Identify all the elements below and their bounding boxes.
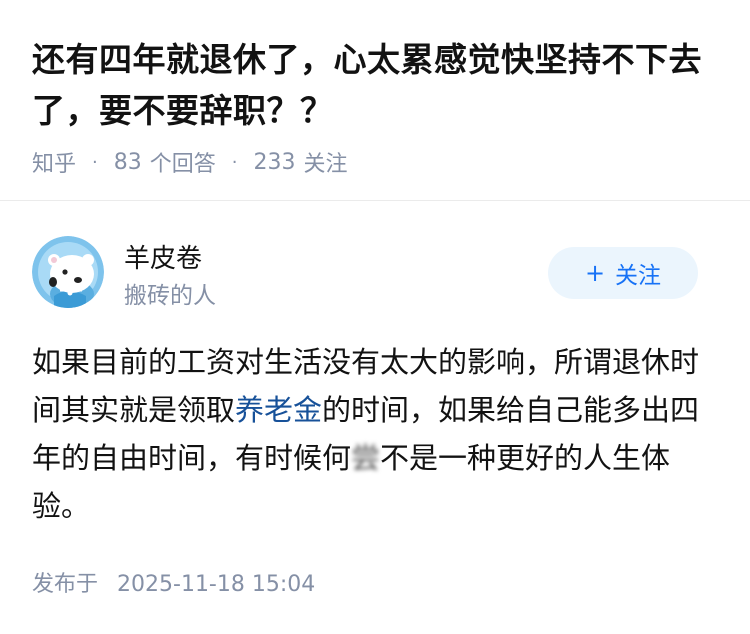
meta-separator: · <box>231 151 238 173</box>
meta-separator: · <box>92 151 98 173</box>
follower-count: 233 <box>253 149 296 175</box>
publish-time: 2025-11-18 15:04 <box>117 572 316 597</box>
question-title[interactable]: 还有四年就退休了，心太累感觉快坚持不下去了，要不要辞职？？ <box>32 34 722 136</box>
blurred-character: 尝 <box>351 441 381 475</box>
polar-bear-avatar-icon[interactable] <box>32 236 104 308</box>
question-header: 还有四年就退休了，心太累感觉快坚持不下去了，要不要辞职？？ 知乎 · 83 个回… <box>32 34 722 178</box>
question-meta: 知乎 · 83 个回答 · 233 关注 <box>32 146 722 178</box>
author-card: 羊皮卷 搬砖的人 + 关注 <box>32 234 698 310</box>
answer-count-label[interactable]: 个回答 <box>150 146 216 178</box>
answer-count: 83 <box>113 149 142 175</box>
pension-link[interactable]: 养老金 <box>235 393 322 427</box>
source-label[interactable]: 知乎 <box>32 146 76 178</box>
follow-button-label: 关注 <box>615 263 662 289</box>
publish-info: 发布于 2025-11-18 15:04 <box>32 566 315 598</box>
plus-icon: + <box>584 259 606 287</box>
author-bio: 搬砖的人 <box>124 283 216 309</box>
follow-button[interactable]: + 关注 <box>548 247 698 299</box>
section-divider <box>0 200 750 201</box>
publish-label: 发布于 <box>32 572 99 597</box>
author-name[interactable]: 羊皮卷 <box>124 238 202 275</box>
follower-count-label[interactable]: 关注 <box>304 146 348 178</box>
answer-content: 如果目前的工资对生活没有太大的影响，所谓退休时间其实就是领取养老金的时间，如果给… <box>32 338 712 530</box>
